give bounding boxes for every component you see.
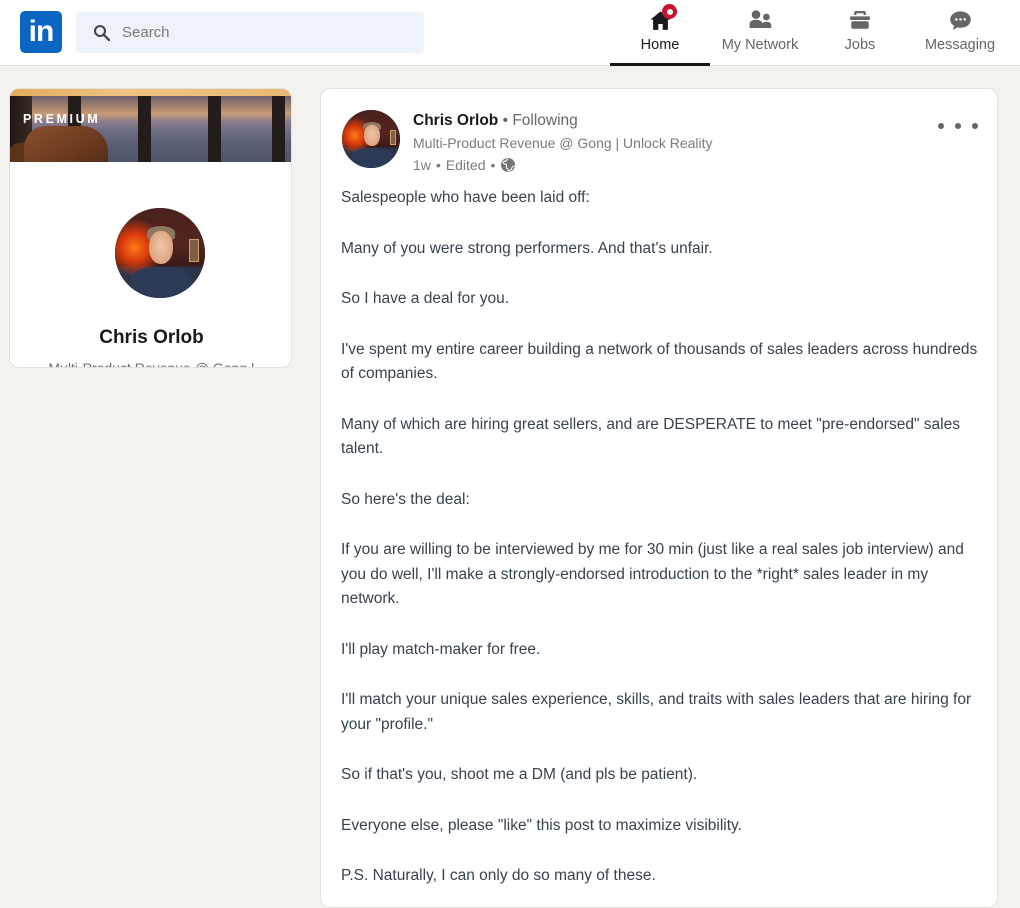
post-text-content: Salespeople who have been laid off: Many … (341, 186, 981, 889)
post-paragraph: Many of which are hiring great sellers, … (341, 413, 981, 462)
nav-label-jobs: Jobs (845, 36, 876, 54)
post-paragraph: So if that's you, shoot me a DM (and pls… (341, 763, 981, 788)
post-paragraph: I've spent my entire career building a n… (341, 338, 981, 387)
globe-icon (500, 157, 516, 173)
people-icon (747, 7, 773, 33)
post-meta-line: 1w • Edited • (413, 157, 516, 173)
post-paragraph: If you are willing to be interviewed by … (341, 538, 981, 612)
premium-label: PREMIUM (23, 112, 100, 126)
cover-window-mullion (138, 96, 151, 162)
cover-window-mullion (272, 96, 285, 162)
premium-top-bar (10, 89, 292, 96)
home-icon (647, 7, 673, 33)
post-meta-separator: • (436, 157, 441, 173)
post-author-avatar[interactable] (342, 110, 400, 168)
nav-item-home[interactable]: Home (610, 0, 710, 66)
more-options-icon (938, 123, 944, 129)
avatar-photo (115, 208, 205, 298)
top-navigation-bar: in Home (0, 0, 1020, 66)
nav-label-my-network: My Network (722, 36, 799, 54)
active-tab-underline (610, 63, 710, 66)
post-edited-label: Edited (446, 157, 486, 173)
post-options-button[interactable] (938, 115, 978, 137)
message-bubble-icon (947, 7, 973, 33)
profile-headline: Multi-Product Revenue @ Gong | Unlock Re… (36, 359, 267, 368)
post-paragraph: Everyone else, please "like" this post t… (341, 814, 981, 839)
profile-cover-photo: PREMIUM (10, 96, 292, 162)
nav-label-messaging: Messaging (925, 36, 995, 54)
more-options-icon (972, 123, 978, 129)
post-timestamp: 1w (413, 157, 431, 173)
profile-avatar[interactable] (112, 205, 208, 301)
post-author-headline: Multi-Product Revenue @ Gong | Unlock Re… (413, 135, 713, 151)
profile-card[interactable]: PREMIUM Chris Orlob Multi-Product Revenu… (9, 88, 292, 368)
post-paragraph: I'll match your unique sales experience,… (341, 688, 981, 737)
feed-post-card: Chris Orlob • Following Multi-Product Re… (320, 88, 998, 908)
post-paragraph: P.S. Naturally, I can only do so many of… (341, 864, 981, 889)
post-follow-state: Following (512, 112, 577, 129)
linkedin-logo[interactable]: in (20, 11, 62, 53)
avatar-photo (342, 110, 400, 168)
linkedin-logo-text: in (20, 11, 62, 53)
nav-item-messaging[interactable]: Messaging (910, 0, 1010, 66)
cover-leather-chair (24, 126, 108, 162)
nav-label-home: Home (641, 36, 680, 54)
nav-items: Home My Network Jo (610, 0, 1010, 66)
post-paragraph: So here's the deal: (341, 488, 981, 513)
post-meta-separator: • (491, 157, 496, 173)
post-paragraph: So I have a deal for you. (341, 287, 981, 312)
home-notification-badge (662, 4, 677, 19)
post-paragraph: I'll play match-maker for free. (341, 638, 981, 663)
post-paragraph: Many of you were strong performers. And … (341, 237, 981, 262)
more-options-icon (955, 123, 961, 129)
profile-name: Chris Orlob (10, 327, 292, 349)
cover-window-mullion (208, 96, 221, 162)
post-author-name[interactable]: Chris Orlob (413, 112, 498, 129)
search-icon (93, 24, 110, 41)
briefcase-icon (847, 7, 873, 33)
post-author-separator: • (503, 112, 508, 129)
post-paragraph: Salespeople who have been laid off: (341, 186, 981, 211)
nav-item-jobs[interactable]: Jobs (810, 0, 910, 66)
nav-item-my-network[interactable]: My Network (710, 0, 810, 66)
search-box[interactable] (76, 12, 424, 53)
search-input[interactable] (120, 12, 415, 53)
post-author-line: Chris Orlob • Following (413, 112, 578, 130)
